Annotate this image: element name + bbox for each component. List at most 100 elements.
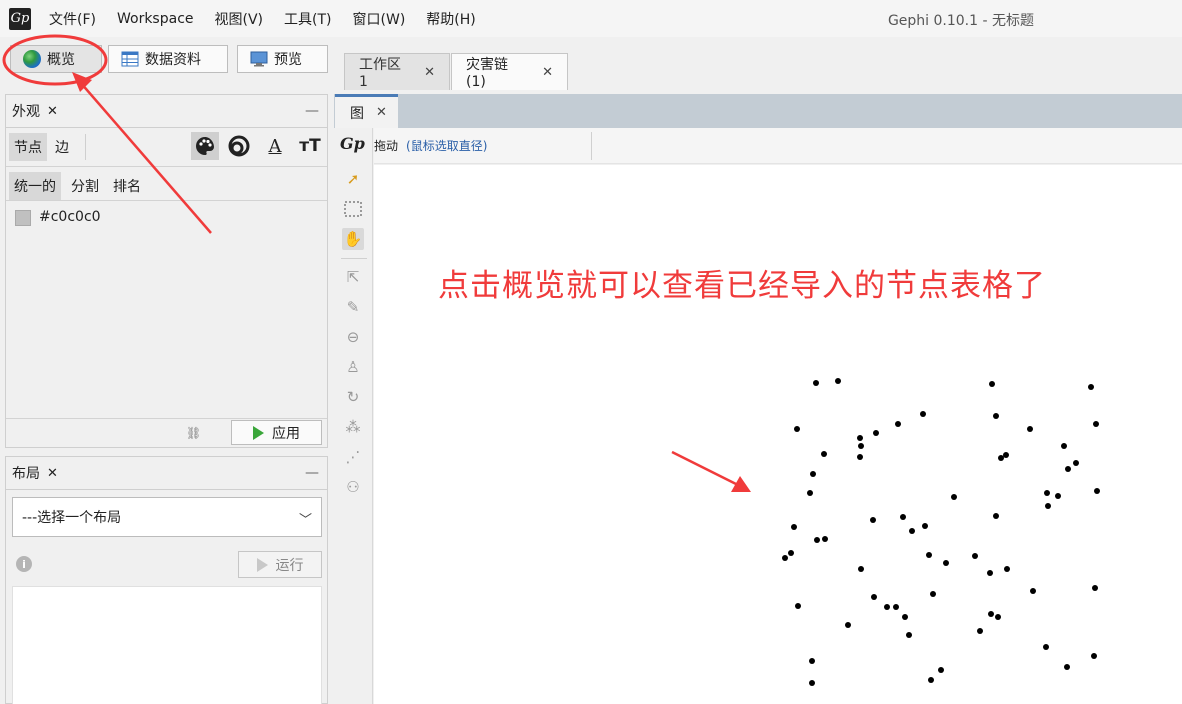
tab-nodes[interactable]: 节点	[9, 133, 47, 161]
graph-nodes[interactable]	[374, 165, 1182, 704]
overview-button[interactable]: 概览	[10, 45, 102, 73]
graph-node[interactable]	[873, 430, 879, 436]
graph-node[interactable]	[1030, 588, 1036, 594]
color-swatch[interactable]	[15, 210, 31, 226]
graph-node[interactable]	[998, 455, 1004, 461]
menu-tools[interactable]: 工具(T)	[284, 9, 331, 29]
graph-node[interactable]	[810, 471, 816, 477]
graph-node[interactable]	[884, 604, 890, 610]
minimize-icon[interactable]: —	[305, 103, 319, 119]
menu-workspace[interactable]: Workspace	[117, 11, 194, 27]
resize-icon[interactable]: ⊖	[342, 326, 364, 348]
color-bucket-icon[interactable]: ♙	[342, 356, 364, 378]
graph-node[interactable]	[928, 677, 934, 683]
graph-node[interactable]	[870, 517, 876, 523]
run-button[interactable]: 运行	[238, 551, 322, 578]
tab-disaster-chain[interactable]: 灾害链 (1) ✕	[451, 53, 568, 90]
close-icon[interactable]: ✕	[47, 104, 58, 119]
graph-node[interactable]	[813, 380, 819, 386]
add-node-icon[interactable]: ⁂	[342, 416, 364, 438]
graph-node[interactable]	[926, 552, 932, 558]
graph-node[interactable]	[1055, 493, 1061, 499]
paint-icon[interactable]: ✎	[342, 296, 364, 318]
graph-canvas[interactable]: 点击概览就可以查看已经导入的节点表格了	[374, 165, 1182, 704]
graph-node[interactable]	[788, 550, 794, 556]
rotate-icon[interactable]: ↻	[342, 386, 364, 408]
graph-node[interactable]	[871, 594, 877, 600]
graph-node[interactable]	[1045, 503, 1051, 509]
graph-node[interactable]	[858, 443, 864, 449]
rectangle-select-icon[interactable]	[342, 198, 364, 220]
tab-ranking[interactable]: 排名	[108, 172, 146, 200]
graph-node[interactable]	[1088, 384, 1094, 390]
graph-node[interactable]	[1027, 426, 1033, 432]
menu-file[interactable]: 文件(F)	[49, 9, 96, 29]
graph-node[interactable]	[930, 591, 936, 597]
graph-node[interactable]	[900, 514, 906, 520]
minimize-icon[interactable]: —	[305, 465, 319, 481]
graph-node[interactable]	[1065, 466, 1071, 472]
graph-node[interactable]	[1073, 460, 1079, 466]
graph-node[interactable]	[989, 381, 995, 387]
graph-node[interactable]	[902, 614, 908, 620]
close-icon[interactable]: ✕	[47, 466, 58, 481]
info-icon[interactable]: i	[16, 556, 32, 572]
graph-node[interactable]	[922, 523, 928, 529]
graph-node[interactable]	[977, 628, 983, 634]
graph-node[interactable]	[857, 435, 863, 441]
graph-node[interactable]	[809, 658, 815, 664]
graph-node[interactable]	[1093, 421, 1099, 427]
graph-node[interactable]	[906, 632, 912, 638]
graph-node[interactable]	[821, 451, 827, 457]
graph-node[interactable]	[845, 622, 851, 628]
menu-window[interactable]: 窗口(W)	[353, 9, 406, 29]
graph-node[interactable]	[993, 413, 999, 419]
tab-partition[interactable]: 分割	[66, 172, 104, 200]
graph-node[interactable]	[951, 494, 957, 500]
graph-node[interactable]	[893, 604, 899, 610]
graph-node[interactable]	[794, 426, 800, 432]
tab-edges[interactable]: 边	[50, 133, 74, 161]
close-icon[interactable]: ✕	[424, 65, 435, 80]
graph-node[interactable]	[1094, 488, 1100, 494]
size-icon[interactable]	[225, 132, 253, 160]
select-pointer-icon[interactable]: ➚	[342, 168, 364, 190]
graph-node[interactable]	[920, 411, 926, 417]
graph-node[interactable]	[822, 536, 828, 542]
graph-node[interactable]	[909, 528, 915, 534]
graph-node[interactable]	[1004, 566, 1010, 572]
menu-view[interactable]: 视图(V)	[215, 9, 264, 29]
graph-node[interactable]	[809, 680, 815, 686]
graph-node[interactable]	[857, 454, 863, 460]
close-icon[interactable]: ✕	[542, 65, 553, 80]
layout-select[interactable]: ---选择一个布局 ﹀	[12, 497, 322, 537]
label-size-icon[interactable]: тT	[296, 132, 324, 160]
graph-node[interactable]	[1091, 653, 1097, 659]
apply-button[interactable]: 应用	[231, 420, 322, 445]
graph-node[interactable]	[987, 570, 993, 576]
tab-graph[interactable]: 图 ✕	[335, 94, 398, 128]
close-icon[interactable]: ✕	[376, 105, 387, 120]
graph-node[interactable]	[814, 537, 820, 543]
graph-node[interactable]	[782, 555, 788, 561]
graph-node[interactable]	[795, 603, 801, 609]
menu-help[interactable]: 帮助(H)	[426, 9, 475, 29]
graph-node[interactable]	[988, 611, 994, 617]
graph-node[interactable]	[993, 513, 999, 519]
graph-node[interactable]	[938, 667, 944, 673]
label-color-icon[interactable]: A	[261, 132, 289, 160]
graph-node[interactable]	[1003, 452, 1009, 458]
shortest-path-icon[interactable]: ⚇	[342, 476, 364, 498]
tab-unique[interactable]: 统一的	[9, 172, 61, 200]
graph-node[interactable]	[858, 566, 864, 572]
tab-workspace-1[interactable]: 工作区 1 ✕	[344, 53, 450, 90]
graph-node[interactable]	[791, 524, 797, 530]
add-edge-icon[interactable]: ⋰	[342, 446, 364, 468]
drag-hand-icon[interactable]: ✋	[342, 228, 364, 250]
data-laboratory-button[interactable]: 数据资料	[108, 45, 228, 73]
graph-node[interactable]	[835, 378, 841, 384]
graph-node[interactable]	[1064, 664, 1070, 670]
preview-button[interactable]: 预览	[237, 45, 328, 73]
graph-node[interactable]	[943, 560, 949, 566]
graph-node[interactable]	[1092, 585, 1098, 591]
